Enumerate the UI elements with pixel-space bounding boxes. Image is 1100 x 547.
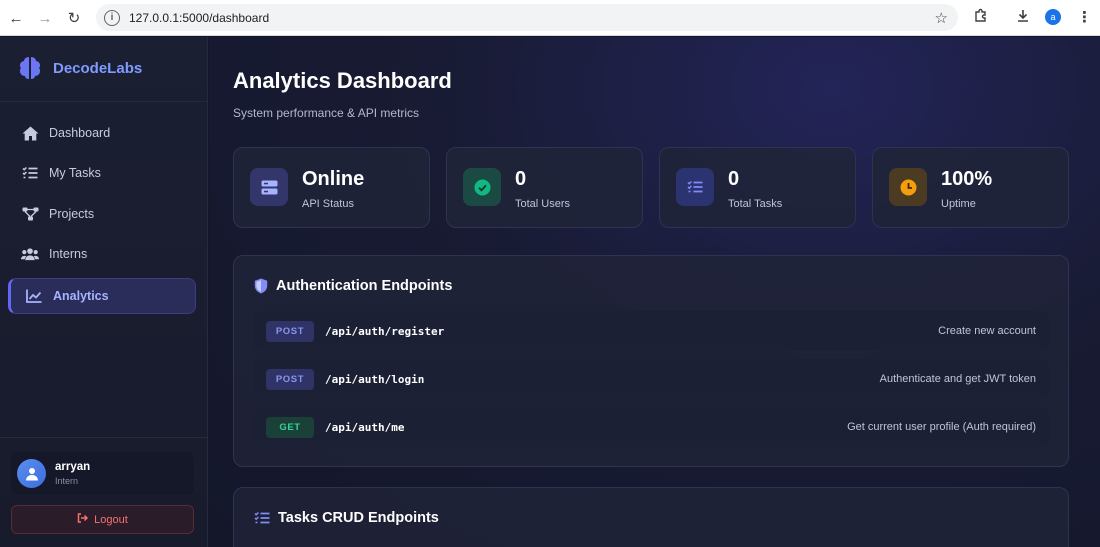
server-icon — [250, 168, 288, 206]
user-name: arryan — [55, 461, 91, 473]
tasks-icon — [21, 164, 39, 182]
method-badge: POST — [266, 368, 314, 390]
endpoint-description: Authenticate and get JWT token — [879, 373, 1036, 385]
stat-value: Online — [302, 168, 365, 190]
extensions-icon[interactable] — [973, 8, 989, 28]
user-card[interactable]: arryan Intern — [11, 452, 194, 495]
stat-label: Total Users — [515, 198, 571, 210]
users-icon — [21, 245, 39, 263]
sidebar-item-label: Projects — [49, 207, 95, 221]
user-role: Intern — [55, 476, 79, 486]
sidebar-item-my-tasks[interactable]: My Tasks — [8, 155, 196, 191]
endpoint-row[interactable]: POST /api/auth/login Authenticate and ge… — [254, 359, 1049, 399]
stat-label: Total Tasks — [728, 198, 783, 210]
stat-card-uptime: 100% Uptime — [872, 147, 1069, 228]
brain-logo-icon — [20, 57, 40, 79]
endpoint-row[interactable]: GET /api/auth/me Get current user profil… — [254, 407, 1049, 447]
tasks-endpoints-panel: Tasks CRUD Endpoints — [233, 487, 1069, 547]
page-title: Analytics Dashboard — [233, 68, 452, 93]
logout-label: Logout — [94, 513, 128, 526]
divider — [0, 101, 208, 102]
logout-button[interactable]: Logout — [11, 505, 194, 534]
sidebar-item-label: My Tasks — [49, 166, 101, 180]
shield-icon — [254, 278, 268, 294]
endpoint-description: Get current user profile (Auth required) — [847, 421, 1036, 433]
forward-icon[interactable]: → — [34, 7, 56, 29]
panel-title: Authentication Endpoints — [254, 278, 452, 294]
sidebar: DecodeLabs Dashboard My Tasks Projects I… — [0, 37, 208, 547]
stat-value: 100% — [941, 168, 993, 190]
tasks-icon — [676, 168, 714, 206]
stat-label: API Status — [302, 198, 354, 210]
browser-toolbar: ← → ↻ i 127.0.0.1:5000/dashboard ☆ a ⋮ — [0, 0, 1100, 36]
brand[interactable]: DecodeLabs — [16, 54, 142, 82]
site-info-icon[interactable]: i — [104, 9, 120, 26]
stat-card-total-users: 0 Total Users — [446, 147, 643, 228]
avatar — [17, 459, 46, 488]
sidebar-item-label: Interns — [49, 247, 88, 261]
stat-value: 0 — [728, 168, 740, 190]
address-bar[interactable]: i 127.0.0.1:5000/dashboard ☆ — [96, 4, 958, 31]
method-badge: POST — [266, 320, 314, 342]
endpoint-description: Create new account — [938, 325, 1036, 337]
endpoint-path: /api/auth/login — [325, 372, 425, 386]
sidebar-item-label: Dashboard — [49, 126, 111, 140]
endpoint-path: /api/auth/register — [325, 324, 445, 338]
endpoint-row[interactable]: POST /api/auth/register Create new accou… — [254, 311, 1049, 351]
bookmark-star-icon[interactable]: ☆ — [935, 9, 948, 27]
endpoint-path: /api/auth/me — [325, 420, 405, 434]
check-circle-icon — [463, 168, 501, 206]
back-icon[interactable]: ← — [5, 7, 27, 29]
stat-card-total-tasks: 0 Total Tasks — [659, 147, 856, 228]
tasks-icon — [254, 511, 270, 525]
more-menu-icon[interactable]: ⋮ — [1077, 8, 1092, 26]
user-icon — [25, 467, 38, 480]
stat-label: Uptime — [941, 198, 976, 210]
divider — [0, 437, 208, 438]
panel-title: Tasks CRUD Endpoints — [254, 510, 439, 526]
profile-avatar[interactable]: a — [1045, 9, 1061, 25]
stat-card-api-status: Online API Status — [233, 147, 430, 228]
clock-icon — [889, 168, 927, 206]
projects-icon — [21, 205, 39, 223]
sidebar-item-interns[interactable]: Interns — [8, 236, 196, 272]
download-icon[interactable] — [1015, 8, 1031, 28]
sign-out-icon — [77, 513, 89, 526]
main-content: Analytics Dashboard System performance &… — [209, 37, 1100, 547]
sidebar-item-analytics[interactable]: Analytics — [8, 278, 196, 314]
method-badge: GET — [266, 416, 314, 438]
sidebar-item-projects[interactable]: Projects — [8, 196, 196, 232]
url-text[interactable]: 127.0.0.1:5000/dashboard — [129, 11, 269, 25]
home-icon — [21, 124, 39, 142]
chart-line-icon — [25, 287, 43, 305]
sidebar-item-dashboard[interactable]: Dashboard — [8, 115, 196, 151]
brand-name: DecodeLabs — [53, 59, 143, 77]
stat-value: 0 — [515, 168, 527, 190]
auth-endpoints-panel: Authentication Endpoints POST /api/auth/… — [233, 255, 1069, 467]
page-subtitle: System performance & API metrics — [233, 106, 420, 120]
sidebar-item-label: Analytics — [53, 289, 109, 303]
reload-icon[interactable]: ↻ — [63, 7, 85, 29]
